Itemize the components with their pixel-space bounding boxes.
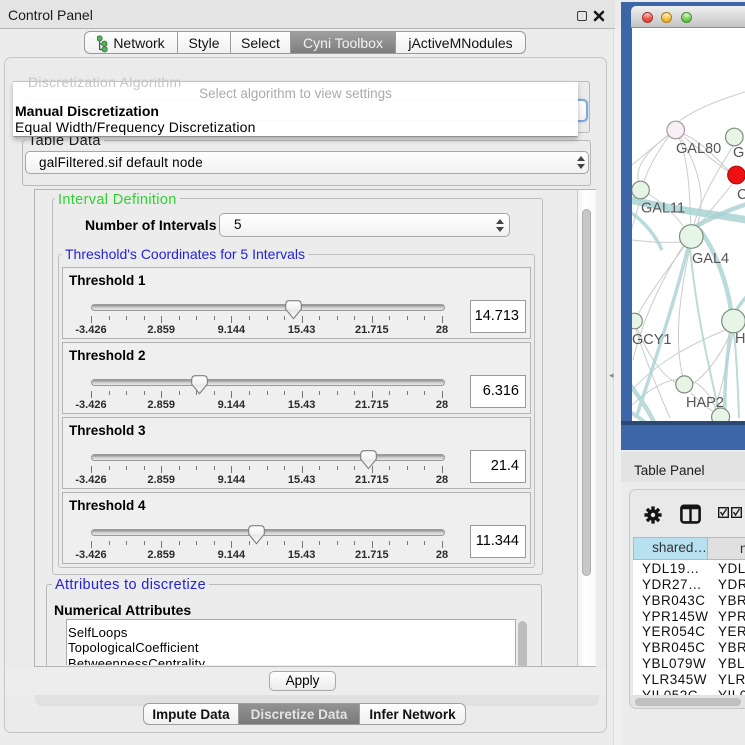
svg-text:GAL11: GAL11 [641, 201, 685, 217]
svg-text:G.: G. [733, 145, 745, 161]
svg-text:GAL80: GAL80 [676, 141, 721, 157]
svg-text:H: H [735, 331, 745, 347]
svg-text:GAL4: GAL4 [692, 251, 729, 267]
svg-text:HAP2: HAP2 [686, 395, 724, 411]
svg-text:GCY1: GCY1 [632, 332, 672, 348]
svg-text:C: C [737, 187, 745, 203]
